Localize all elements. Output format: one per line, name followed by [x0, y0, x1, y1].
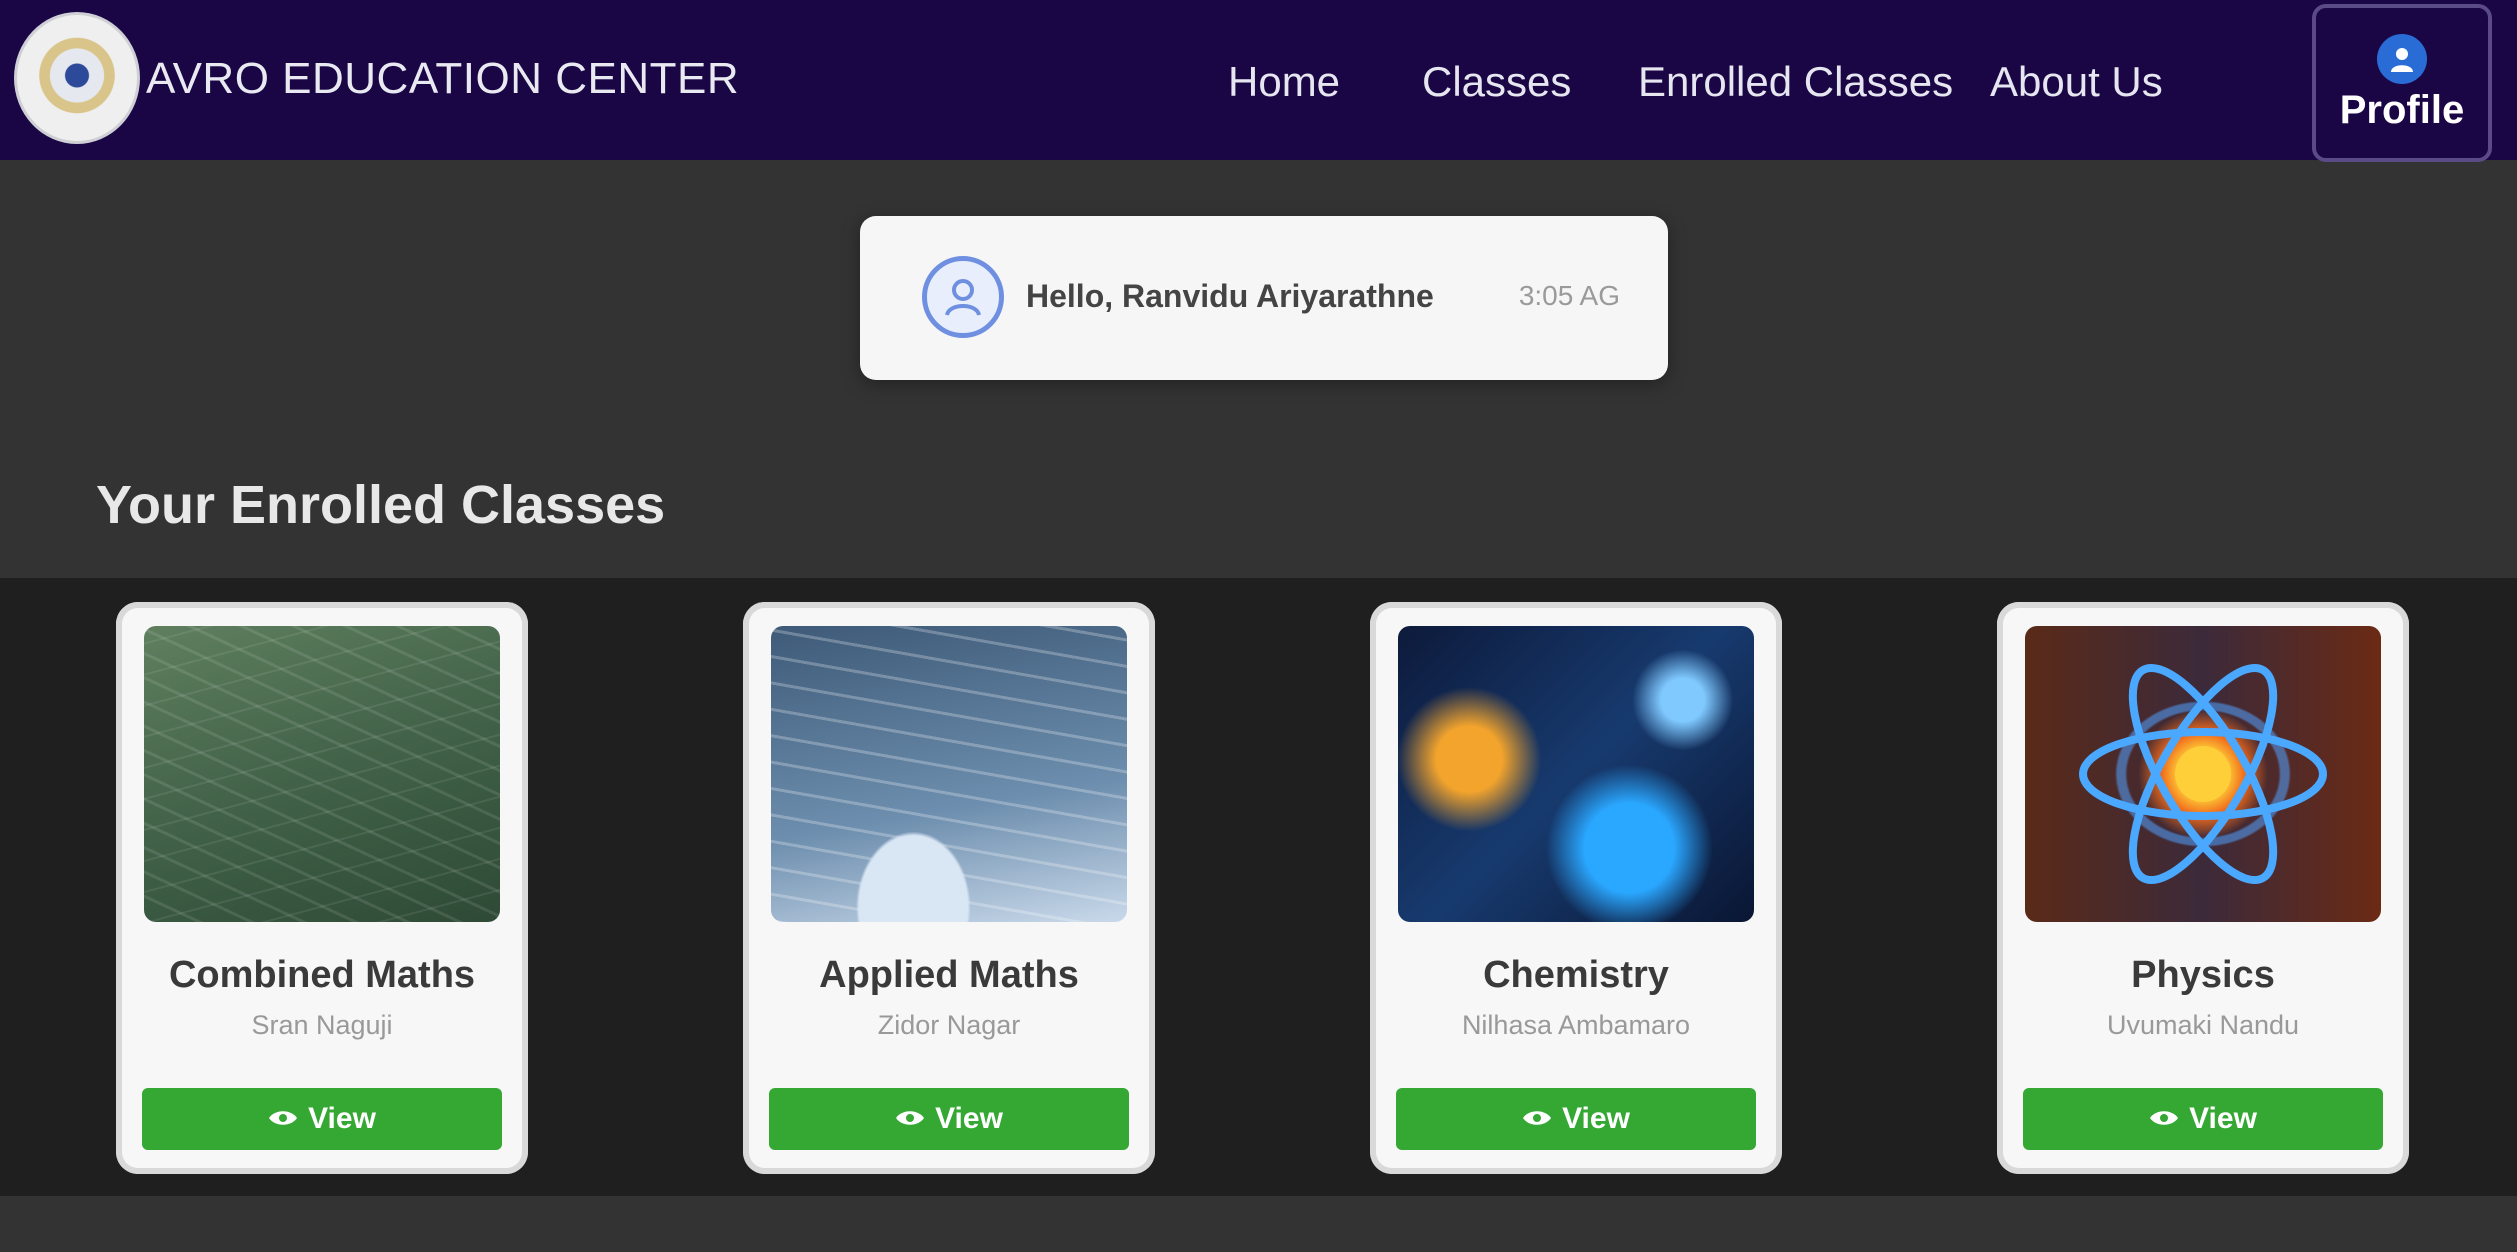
applied-maths-image	[771, 626, 1127, 922]
class-teacher: Sran Naguji	[251, 1010, 393, 1040]
greeting-card: Hello, Ranvidu Ariyarathne 3:05 AG	[860, 216, 1668, 380]
class-card-combined-maths: Combined Maths Sran Naguji View	[116, 602, 528, 1174]
eye-icon	[1522, 1102, 1552, 1136]
nav-home-link[interactable]: Home	[1228, 58, 1340, 106]
class-card-chemistry: Chemistry Nilhasa Ambamaro View	[1370, 602, 1782, 1174]
view-button-label: View	[1562, 1102, 1630, 1135]
nav-about-us-link[interactable]: About Us	[1990, 58, 2163, 106]
class-card-physics: Physics Uvumaki Nandu View	[1997, 602, 2409, 1174]
nav-enrolled-classes-link[interactable]: Enrolled Classes	[1638, 58, 1953, 106]
class-title: Applied Maths	[819, 954, 1079, 996]
greeting-time: 3:05 AG	[1518, 280, 1620, 311]
eye-icon	[2149, 1102, 2179, 1136]
class-title: Chemistry	[1483, 954, 1669, 996]
class-teacher: Nilhasa Ambamaro	[1461, 1010, 1691, 1040]
brand-name: AVRO EDUCATION CENTER	[146, 54, 740, 103]
greeting-text: Hello, Ranvidu Ariyarathne	[1026, 278, 1434, 314]
atom-icon	[2079, 663, 2327, 885]
section-title: Your Enrolled Classes	[96, 475, 666, 535]
chemistry-image	[1398, 626, 1754, 922]
view-button-label: View	[935, 1102, 1003, 1135]
class-title: Physics	[2131, 954, 2275, 996]
view-button[interactable]: View	[142, 1088, 502, 1150]
physics-image	[2025, 626, 2381, 922]
class-title: Combined Maths	[168, 954, 476, 996]
view-button-label: View	[2189, 1102, 2257, 1135]
eye-icon	[895, 1102, 925, 1136]
profile-button[interactable]: Profile	[2312, 4, 2492, 162]
profile-label: Profile	[2339, 88, 2465, 132]
logo[interactable]	[14, 12, 140, 144]
class-card-applied-maths: Applied Maths Zidor Nagar View	[743, 602, 1155, 1174]
user-icon	[2377, 34, 2427, 84]
nav-classes-link[interactable]: Classes	[1422, 58, 1571, 106]
view-button[interactable]: View	[769, 1088, 1129, 1150]
class-teacher: Uvumaki Nandu	[2106, 1010, 2300, 1040]
user-avatar-icon	[922, 256, 1004, 338]
eye-icon	[268, 1102, 298, 1136]
combined-maths-image	[144, 626, 500, 922]
class-teacher: Zidor Nagar	[877, 1010, 1021, 1040]
view-button[interactable]: View	[2023, 1088, 2383, 1150]
top-navbar: AVRO EDUCATION CENTER Home Classes Enrol…	[0, 0, 2517, 162]
view-button[interactable]: View	[1396, 1088, 1756, 1150]
view-button-label: View	[308, 1102, 376, 1135]
